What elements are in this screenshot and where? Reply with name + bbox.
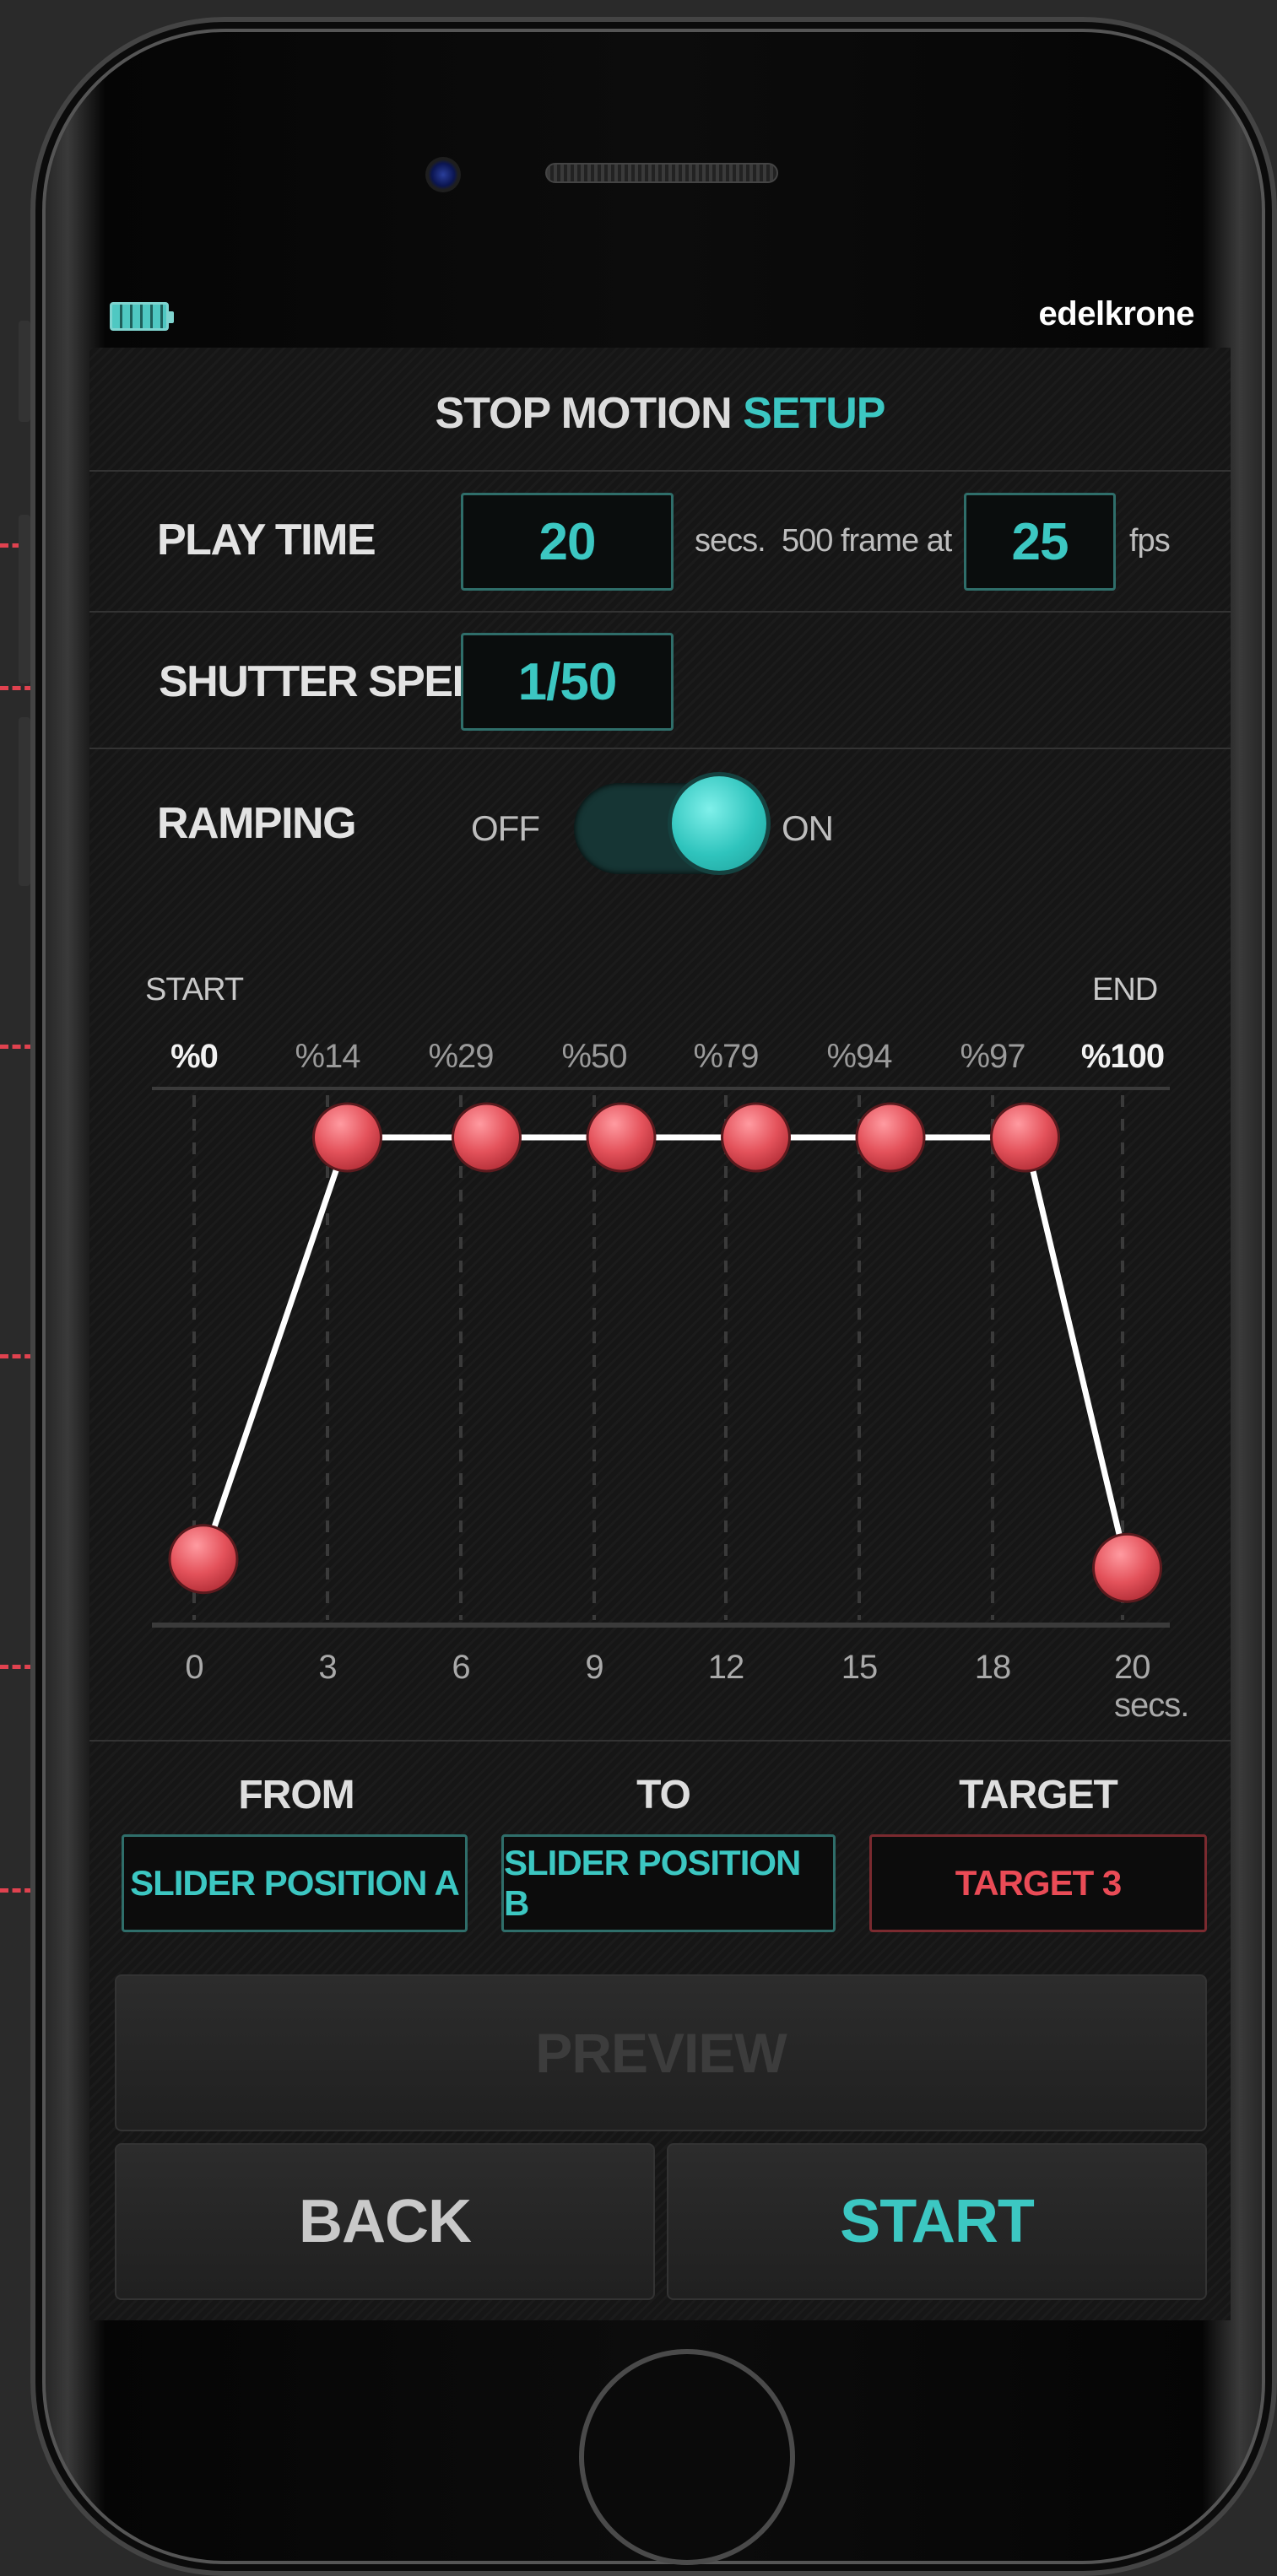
chart-point[interactable] — [990, 1102, 1060, 1173]
chart-series-line — [200, 1134, 1130, 1569]
earpiece-speaker — [545, 163, 778, 183]
phone-side-button — [19, 321, 30, 422]
from-label: FROM — [238, 1773, 354, 1817]
chart-point[interactable] — [855, 1102, 926, 1173]
chart-point[interactable] — [312, 1102, 382, 1173]
brand-logo: edelkrone — [1038, 295, 1195, 332]
chart-point[interactable] — [452, 1102, 522, 1173]
front-camera — [425, 157, 461, 192]
home-button[interactable] — [579, 2349, 795, 2565]
app-screen: STOP MOTION SETUP PLAY TIME 20 secs. 500… — [89, 348, 1231, 2320]
chart-point[interactable] — [1092, 1532, 1162, 1603]
battery-icon — [110, 302, 174, 331]
to-label: TO — [636, 1773, 691, 1817]
target-button[interactable]: TARGET 3 — [869, 1834, 1207, 1932]
chart-point[interactable] — [721, 1102, 791, 1173]
chart-point[interactable] — [168, 1524, 239, 1595]
phone-volume-up — [19, 515, 30, 683]
back-button[interactable]: BACK — [115, 2143, 655, 2300]
divider — [89, 1740, 1231, 1742]
to-position-button[interactable]: SLIDER POSITION B — [501, 1834, 836, 1932]
preview-button[interactable]: PREVIEW — [115, 1974, 1207, 2131]
chart-point[interactable] — [586, 1102, 657, 1173]
phone-volume-down — [19, 717, 30, 886]
from-position-button[interactable]: SLIDER POSITION A — [122, 1834, 468, 1932]
start-button[interactable]: START — [667, 2143, 1207, 2300]
target-label: TARGET — [959, 1773, 1118, 1817]
